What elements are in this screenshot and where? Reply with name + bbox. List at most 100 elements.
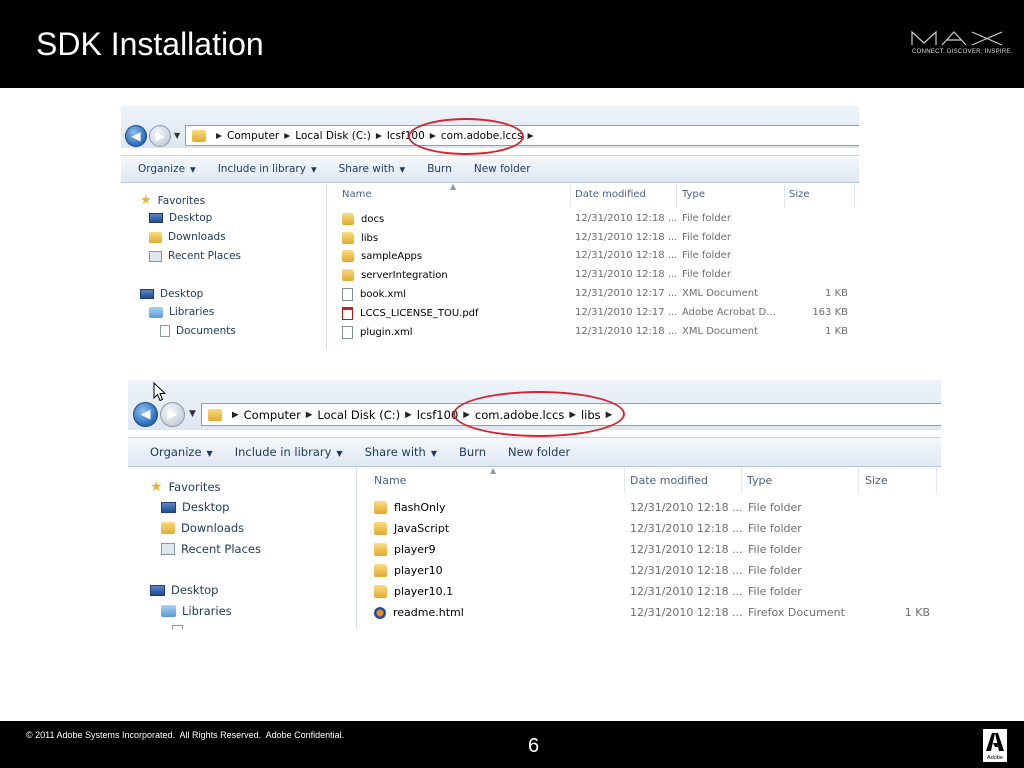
nav-downloads[interactable]: Downloads xyxy=(149,231,226,243)
file-type: File folder xyxy=(748,522,802,535)
file-type: File folder xyxy=(682,269,731,280)
file-date: 12/31/2010 12:17 ... xyxy=(575,307,678,318)
file-type: XML Document xyxy=(682,288,759,299)
star-icon: ★ xyxy=(150,479,163,495)
nav-libraries[interactable]: Libraries xyxy=(149,306,214,318)
file-name: LCCS_LICENSE_TOU.pdf xyxy=(360,308,479,319)
file-name: docs xyxy=(361,213,385,225)
xml-file-icon xyxy=(342,288,353,301)
column-size[interactable]: Size xyxy=(789,189,810,200)
file-row-sampleapps[interactable]: sampleApps 12/31/2010 12:18 ... File fol… xyxy=(328,250,859,268)
file-row-plugin-xml[interactable]: plugin.xml 12/31/2010 12:18 ... XML Docu… xyxy=(328,326,859,344)
file-row-libs[interactable]: libs 12/31/2010 12:18 ... File folder xyxy=(328,232,859,250)
organize-button[interactable]: Organize ▼ xyxy=(138,163,196,175)
file-row-flashonly[interactable]: flashOnly 12/31/2010 12:18 ... File fold… xyxy=(358,501,941,521)
file-row-player10-1[interactable]: player10.1 12/31/2010 12:18 ... File fol… xyxy=(358,585,941,605)
file-date: 12/31/2010 12:18 ... xyxy=(630,585,743,598)
file-name: serverIntegration xyxy=(361,269,448,281)
breadcrumb-computer[interactable]: Computer xyxy=(244,408,301,422)
file-row-serverintegration[interactable]: serverIntegration 12/31/2010 12:18 ... F… xyxy=(328,269,859,287)
file-date: 12/31/2010 12:18 ... xyxy=(575,269,678,280)
file-name: player9 xyxy=(394,543,436,556)
column-name[interactable]: Name xyxy=(342,189,372,200)
nav-desktop[interactable]: Desktop xyxy=(161,500,229,514)
file-row-book-xml[interactable]: book.xml 12/31/2010 12:17 ... XML Docume… xyxy=(328,288,859,306)
nav-favorites[interactable]: ★ Favorites xyxy=(150,479,221,495)
back-button[interactable]: ◀ xyxy=(125,125,147,147)
command-bar: Organize ▼ Include in library ▼ Share with… xyxy=(121,155,859,183)
file-row-docs[interactable]: docs 12/31/2010 12:18 ... File folder xyxy=(328,213,859,231)
back-button[interactable]: ◀ xyxy=(133,402,158,427)
folder-icon xyxy=(342,213,354,225)
forward-button[interactable]: ▶ xyxy=(160,402,185,427)
organize-button[interactable]: Organize ▼ xyxy=(150,445,213,459)
folder-icon xyxy=(374,501,387,514)
column-type[interactable]: Type xyxy=(747,474,772,487)
max-tagline: CONNECT. DISCOVER. INSPIRE. xyxy=(912,49,1013,55)
column-divider xyxy=(858,468,859,494)
desktop-icon xyxy=(161,501,176,513)
file-row-license-pdf[interactable]: LCCS_LICENSE_TOU.pdf 12/31/2010 12:17 ..… xyxy=(328,307,859,325)
file-row-player9[interactable]: player9 12/31/2010 12:18 ... File folder xyxy=(358,543,941,563)
share-with-button[interactable]: Share with ▼ xyxy=(365,445,437,459)
file-name: libs xyxy=(361,232,379,244)
include-in-library-button[interactable]: Include in library ▼ xyxy=(235,445,343,459)
command-bar: Organize ▼ Include in library ▼ Share with… xyxy=(128,437,941,467)
nav-libraries[interactable]: Libraries xyxy=(161,604,232,618)
breadcrumb-computer[interactable]: Computer xyxy=(227,130,279,142)
breadcrumb-local-disk[interactable]: Local Disk (C:) xyxy=(295,130,371,142)
column-date-modified[interactable]: Date modified xyxy=(630,474,708,487)
file-row-javascript[interactable]: JavaScript 12/31/2010 12:18 ... File fol… xyxy=(358,522,941,542)
slide-title: SDK Installation xyxy=(36,26,264,62)
file-row-player10[interactable]: player10 12/31/2010 12:18 ... File folde… xyxy=(358,564,941,584)
recent-pages-dropdown[interactable]: ▼ xyxy=(174,131,180,140)
folder-icon xyxy=(342,269,354,281)
new-folder-button[interactable]: New folder xyxy=(508,445,570,459)
breadcrumb-chevron-icon: ▶ xyxy=(527,131,534,140)
column-size[interactable]: Size xyxy=(865,474,888,487)
file-date: 12/31/2010 12:18 ... xyxy=(575,250,678,261)
nav-recent-places[interactable]: Recent Places xyxy=(149,250,241,262)
highlight-circle-libs xyxy=(453,391,625,437)
breadcrumb-local-disk[interactable]: Local Disk (C:) xyxy=(317,408,400,422)
navigation-pane: ★ Favorites Desktop Downloads Recent Plac… xyxy=(121,184,327,349)
nav-desktop[interactable]: Desktop xyxy=(149,212,212,224)
max-logo-icon xyxy=(911,30,1003,46)
file-size: 1 KB xyxy=(825,288,848,299)
pdf-file-icon xyxy=(342,307,353,320)
documents-icon xyxy=(172,625,183,629)
folder-icon xyxy=(342,232,354,244)
file-type: File folder xyxy=(748,564,802,577)
file-name: player10.1 xyxy=(394,585,454,598)
nav-downloads[interactable]: Downloads xyxy=(161,521,244,535)
recent-pages-dropdown[interactable]: ▼ xyxy=(189,409,196,419)
nav-desktop-root[interactable]: Desktop xyxy=(140,288,203,300)
mouse-cursor-icon xyxy=(153,382,167,402)
share-with-button[interactable]: Share with ▼ xyxy=(339,163,406,175)
burn-button[interactable]: Burn xyxy=(427,163,452,175)
highlight-circle-lccs xyxy=(408,118,524,155)
nav-documents-partial[interactable] xyxy=(172,625,189,629)
nav-documents[interactable]: Documents xyxy=(160,325,236,337)
file-type: File folder xyxy=(682,232,731,243)
libraries-icon xyxy=(149,306,163,318)
file-row-readme-html[interactable]: readme.html 12/31/2010 12:18 ... Firefox… xyxy=(358,606,941,626)
sort-ascending-icon: ▲ xyxy=(490,468,497,475)
file-date: 12/31/2010 12:17 ... xyxy=(575,288,678,299)
recent-places-icon xyxy=(161,543,175,555)
file-name: readme.html xyxy=(393,606,464,619)
nav-desktop-root[interactable]: Desktop xyxy=(150,583,218,597)
new-folder-button[interactable]: New folder xyxy=(474,163,531,175)
nav-favorites[interactable]: ★ Favorites xyxy=(140,193,205,208)
nav-recent-places[interactable]: Recent Places xyxy=(161,542,261,556)
column-date-modified[interactable]: Date modified xyxy=(575,189,646,200)
include-in-library-button[interactable]: Include in library ▼ xyxy=(218,163,317,175)
burn-button[interactable]: Burn xyxy=(459,445,486,459)
folder-icon xyxy=(374,522,387,535)
forward-button[interactable]: ▶ xyxy=(149,125,171,147)
file-type: XML Document xyxy=(682,326,759,337)
folder-icon xyxy=(208,408,222,421)
column-type[interactable]: Type xyxy=(682,189,705,200)
navigation-pane: ★ Favorites Desktop Downloads Recent Plac… xyxy=(128,468,357,629)
column-name[interactable]: Name xyxy=(374,474,406,487)
